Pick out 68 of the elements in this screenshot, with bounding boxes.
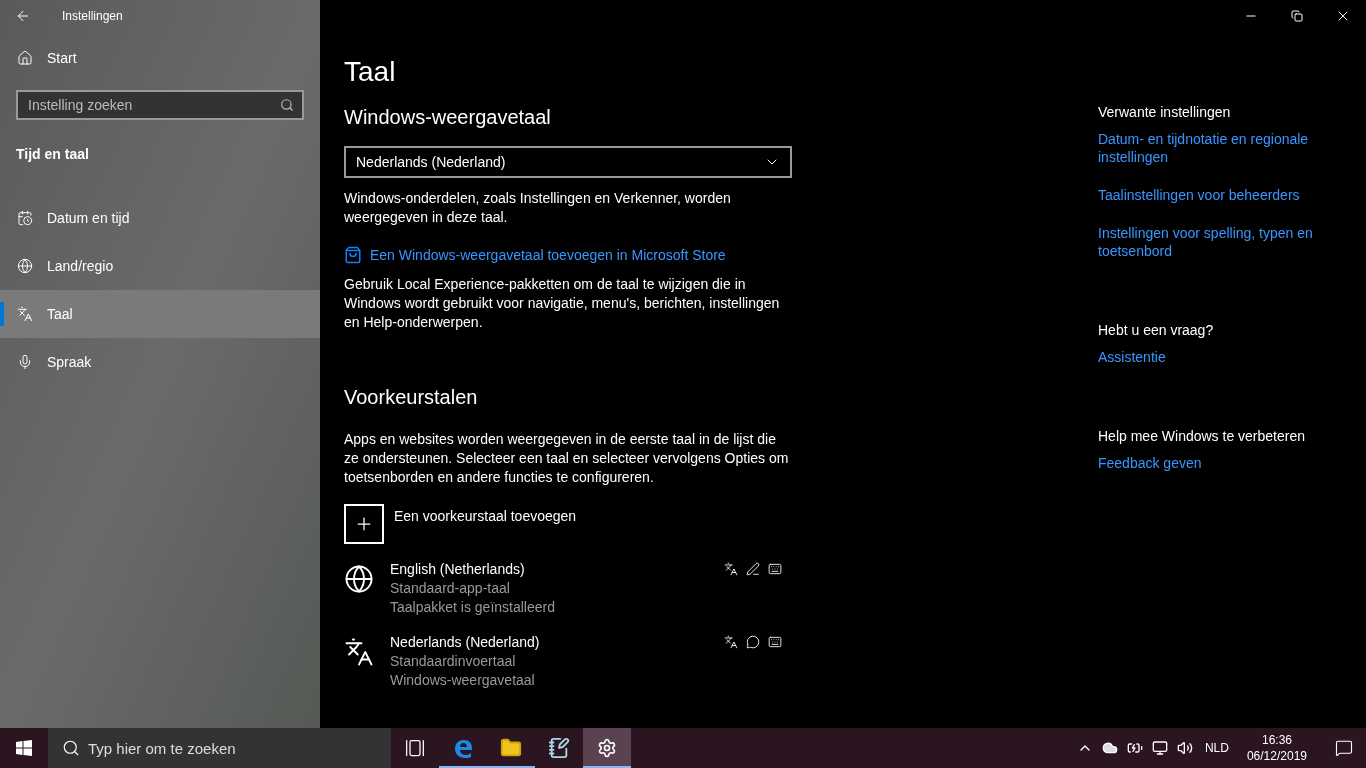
back-arrow-icon [15,8,31,24]
nav-item[interactable]: Datum en tijd [0,194,320,242]
keyboard-icon [768,562,782,576]
home-nav-item[interactable]: Start [0,34,320,82]
section-heading: Tijd en taal [16,145,90,164]
folder-icon [500,737,522,759]
window-title: Instellingen [62,8,123,24]
section-heading: Windows-weergavetaal [344,105,552,130]
clock[interactable]: 16:36 06/12/2019 [1240,732,1313,764]
related-heading: Verwante instellingen [1098,103,1232,122]
language-icon [17,306,33,322]
nav-item[interactable]: Taal [0,290,320,338]
running-indicator [583,766,631,768]
keyboard-icon [768,635,782,649]
search-icon [280,98,294,112]
language-dropdown[interactable]: Nederlands (Nederland) [344,146,792,178]
related-link[interactable]: Feedback geven [1098,454,1338,472]
section-heading: Voorkeurstalen [344,385,479,410]
language-status: Standaard-app-taal [390,579,511,598]
globe-icon [17,258,33,274]
restore-icon [1291,10,1303,22]
add-language-button[interactable] [344,504,384,544]
nav-item[interactable]: Land/regio [0,242,320,290]
description-text: Windows-onderdelen, zoals Instellingen en Verkenner, worden weergegeven in deze taal. [344,189,732,227]
microphone-icon [17,354,33,370]
windows-logo-icon [16,740,32,756]
related-heading: Hebt u een vraag? [1098,321,1215,340]
battery-icon[interactable] [1126,740,1143,756]
speech-bubble-icon [746,635,760,649]
language-name: Nederlands (Nederland) [390,633,541,652]
globe-language-icon [344,564,374,594]
search-icon [62,739,80,757]
selection-indicator [0,302,4,326]
notepad-icon [548,737,570,759]
related-link[interactable]: Datum- en tijdnotatie en regionale instellingen [1098,130,1338,166]
language-status: Windows-weergavetaal [390,671,536,690]
language-icon [724,635,738,649]
cloud-icon[interactable] [1101,740,1118,756]
language-item[interactable]: English (Netherlands) Standaard-app-taal Taalpakket is geïnstalleerd [344,560,792,617]
calendar-clock-icon [17,210,33,226]
speaker-icon[interactable] [1176,740,1193,756]
input-language[interactable]: NLD [1204,740,1229,756]
language-status: Taalpakket is geïnstalleerd [390,598,556,617]
related-link[interactable]: Taalinstellingen voor beheerders [1098,186,1338,204]
language-name: English (Netherlands) [390,560,526,579]
language-icon [344,637,374,667]
language-status: Standaardinvoertaal [390,652,517,671]
related-link[interactable]: Instellingen voor spelling, typen en toetsenbord [1098,224,1338,260]
page-title: Taal [344,55,397,89]
task-view-icon [405,738,425,758]
language-item[interactable]: Nederlands (Nederland) Standaardinvoertaal Windows-weergavetaal [344,633,792,690]
taskbar-app[interactable] [583,728,631,768]
related-heading: Help mee Windows te verbeteren [1098,427,1306,446]
related-link[interactable]: Assistentie [1098,348,1338,366]
store-bag-icon [344,246,362,264]
store-link[interactable]: Een Windows-weergavetaal toevoegen in Microsoft Store [370,245,726,265]
nav-item[interactable]: Spraak [0,338,320,386]
pen-icon [746,562,760,576]
gear-icon [597,738,617,758]
description-text: Apps en websites worden weergegeven in de eerste taal in de lijst die ze ondersteunen. Selecteer een taal en selecteer vervolgens Opties om toetsenborden en andere functies te configureren. [344,430,790,487]
network-icon[interactable] [1151,740,1168,756]
language-icon [724,562,738,576]
note-text: Gebruik Local Experience-pakketten om de taal te wijzigen die in Windows wordt gebruikt voor navigatie, menu's, berichten, instellingen en Help-onderwerpen. [344,275,781,332]
home-icon [17,50,33,66]
add-language-label: Een voorkeurstaal toevoegen [394,507,577,526]
notification-icon [1335,739,1353,757]
search-field[interactable]: Instelling zoeken [16,90,304,120]
taskbar-search-field[interactable]: Typ hier om te zoeken [48,728,391,768]
